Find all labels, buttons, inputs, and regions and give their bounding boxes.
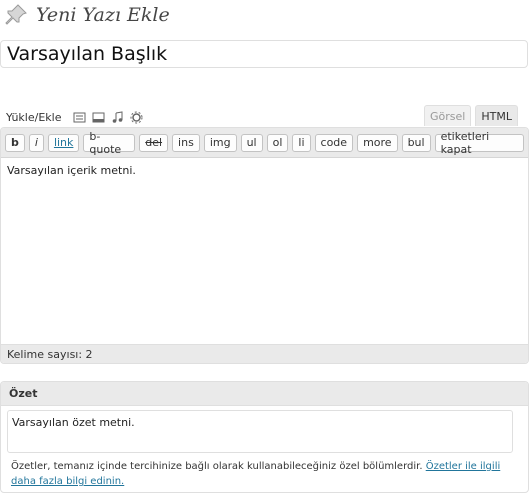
qt-img-button[interactable]: img (203, 133, 237, 152)
qt-ul-button[interactable]: ul (240, 133, 263, 152)
excerpt-panel: Özet Varsayılan özet metni. Özetler, tem… (0, 381, 529, 493)
editor-mode-tabs: Görsel HTML (420, 105, 518, 126)
qt-li-button[interactable]: li (292, 133, 311, 152)
video-icon[interactable] (92, 111, 105, 124)
excerpt-textarea[interactable]: Varsayılan özet metni. (7, 410, 513, 453)
media-upload-row: Yükle/Ekle (6, 109, 149, 125)
content-textarea[interactable]: Varsayılan içerik metni. (1, 158, 528, 344)
qt-more-button[interactable]: more (357, 133, 398, 152)
media-gear-icon[interactable] (130, 111, 143, 124)
qt-del-button[interactable]: del (139, 133, 169, 152)
quicktags-toolbar: b i link b-quote del ins img ul ol li co… (1, 128, 528, 158)
pushpin-icon (5, 4, 27, 25)
audio-icon[interactable] (111, 110, 124, 124)
qt-ol-button[interactable]: ol (266, 133, 289, 152)
excerpt-help-text: Özetler, temanız içinde tercihinize bağl… (11, 461, 423, 472)
tab-html[interactable]: HTML (475, 105, 518, 126)
qt-search-button[interactable]: bul (401, 133, 431, 152)
qt-blockquote-button[interactable]: b-quote (83, 130, 136, 156)
word-count: Kelime sayısı: 2 (1, 344, 528, 363)
upload-insert-label: Yükle/Ekle (6, 110, 62, 124)
excerpt-help: Özetler, temanız içinde tercihinize bağl… (11, 459, 513, 489)
media-buttons (73, 110, 149, 124)
qt-close-tags-button[interactable]: etiketleri kapat (434, 130, 524, 156)
qt-link-button[interactable]: link (47, 133, 80, 152)
page-title: Yeni Yazı Ekle (36, 4, 170, 26)
qt-code-button[interactable]: code (314, 133, 354, 152)
page-header: Yeni Yazı Ekle (4, 2, 170, 28)
html-editor: b i link b-quote del ins img ul ol li co… (0, 127, 529, 364)
post-title-input[interactable]: Varsayılan Başlık (0, 40, 528, 68)
excerpt-heading[interactable]: Özet (1, 382, 528, 406)
tab-visual[interactable]: Görsel (424, 105, 472, 126)
image-icon[interactable] (73, 111, 86, 124)
qt-ins-button[interactable]: ins (172, 133, 200, 152)
qt-bold-button[interactable]: b (5, 133, 25, 152)
qt-italic-button[interactable]: i (28, 133, 44, 152)
